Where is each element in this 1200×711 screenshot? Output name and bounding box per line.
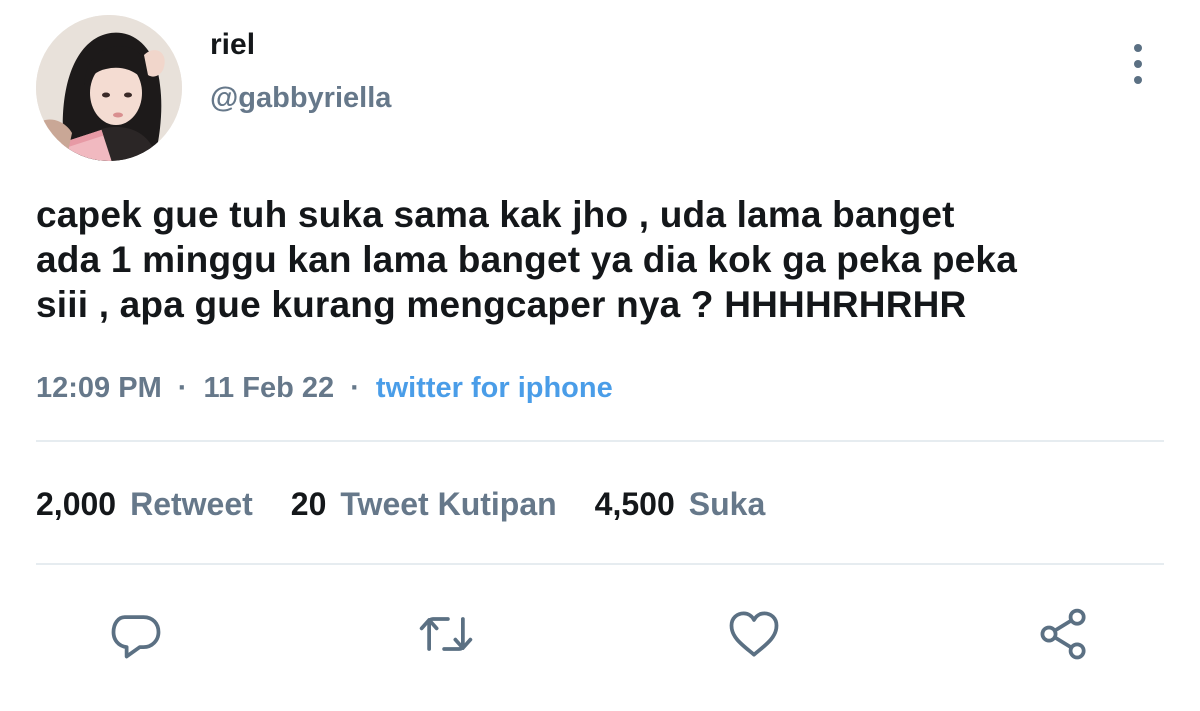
like-count: 4,500 [594, 486, 675, 522]
tweet-time[interactable]: 12:09 PM [36, 372, 162, 404]
more-dot [1134, 76, 1142, 84]
meta-separator: · [177, 372, 188, 404]
like-button[interactable] [722, 602, 786, 666]
quote-label: Tweet Kutipan [340, 486, 557, 522]
tweet-text-line: siii , apa gue kurang mengcaper nya ? HH… [36, 284, 967, 325]
more-options-button[interactable] [1124, 44, 1152, 84]
divider [36, 440, 1164, 442]
retweet-arrows-icon [419, 617, 473, 651]
heart-icon [729, 611, 779, 657]
tweet-text: capek gue tuh suka sama kak jho , uda la… [36, 192, 1166, 327]
more-dot [1134, 60, 1142, 68]
tweet-meta: 12:09 PM · 11 Feb 22 · twitter for iphon… [36, 370, 613, 406]
retweet-label: Retweet [130, 486, 253, 522]
more-dot [1134, 44, 1142, 52]
like-label: Suka [688, 486, 766, 522]
retweet-stat[interactable]: 2,000 Retweet [36, 484, 253, 524]
like-stat[interactable]: 4,500 Suka [595, 484, 766, 524]
retweet-count: 2,000 [36, 486, 117, 522]
speech-bubble-icon [111, 615, 161, 659]
profile-photo [36, 15, 182, 161]
user-handle[interactable]: @gabbyriella [210, 80, 391, 116]
tweet-date[interactable]: 11 Feb 22 [204, 372, 335, 404]
tweet-text-line: ada 1 minggu kan lama banget ya dia kok … [36, 239, 1017, 280]
tweet-stats: 2,000 Retweet 20 Tweet Kutipan 4,500 Suka [36, 484, 803, 524]
share-button[interactable] [1032, 602, 1096, 666]
display-name[interactable]: riel [210, 27, 255, 63]
quote-stat[interactable]: 20 Tweet Kutipan [291, 484, 557, 524]
reply-button[interactable] [104, 602, 168, 666]
quote-count: 20 [290, 486, 327, 522]
tweet-source-link[interactable]: twitter for iphone [376, 372, 613, 404]
retweet-button[interactable] [414, 602, 478, 666]
avatar[interactable] [36, 15, 182, 161]
divider [36, 563, 1164, 565]
share-nodes-icon [1040, 608, 1086, 660]
tweet-text-line: capek gue tuh suka sama kak jho , uda la… [36, 194, 955, 235]
meta-separator: · [350, 372, 360, 404]
